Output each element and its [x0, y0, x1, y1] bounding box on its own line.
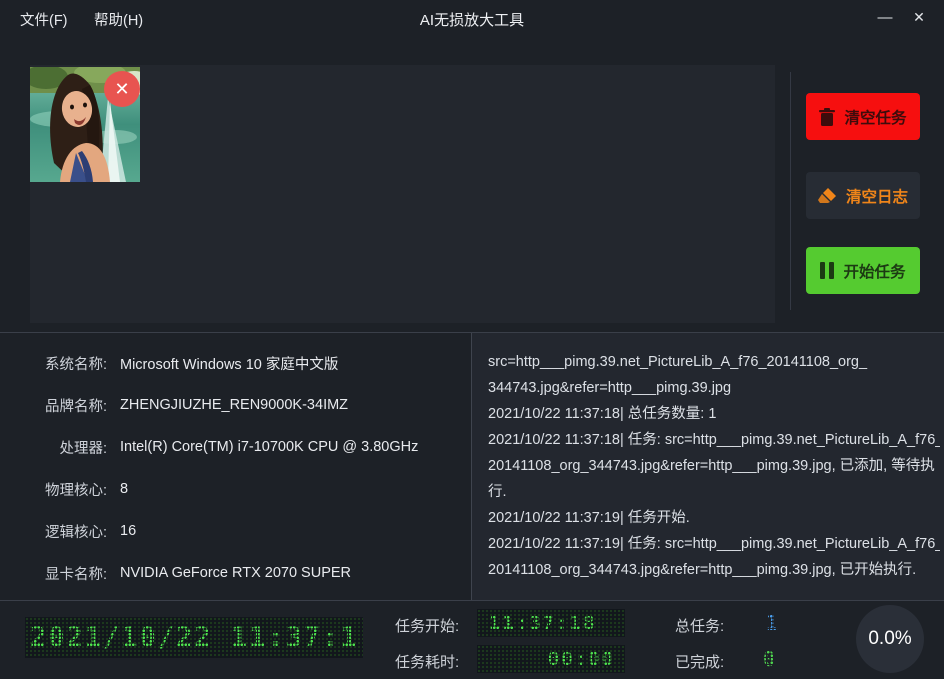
sysinfo-row-physical-cores: 物理核心: 8 — [25, 468, 460, 510]
sysinfo-label: 处理器: — [25, 437, 107, 458]
sysinfo-label: 显卡名称: — [25, 563, 107, 584]
system-info-panel: 系统名称: Microsoft Windows 10 家庭中文版 品牌名称: Z… — [25, 342, 460, 594]
task-thumbnail[interactable]: ✕ — [30, 67, 140, 182]
task-start-led-display: 11:37:18 — [477, 609, 625, 637]
completed-tasks-value: 0 — [763, 647, 777, 671]
sysinfo-label: 逻辑核心: — [25, 521, 107, 542]
sysinfo-value: ZHENGJIUZHE_REN9000K-34IMZ — [120, 397, 348, 413]
log-output[interactable]: src=http___pimg.39.net_PictureLib_A_f76_… — [488, 349, 940, 583]
sysinfo-value: Microsoft Windows 10 家庭中文版 — [120, 353, 338, 374]
clear-log-label: 清空日志 — [846, 185, 908, 207]
sysinfo-value: 8 — [120, 481, 128, 497]
total-tasks-label: 总任务: — [675, 615, 724, 636]
task-elapsed-led-text: 00:00 — [548, 648, 615, 670]
eraser-icon — [818, 187, 837, 204]
sysinfo-label: 物理核心: — [25, 479, 107, 500]
delete-task-button[interactable]: ✕ — [104, 71, 140, 107]
divider-bottom — [0, 600, 944, 601]
close-icon: ✕ — [913, 9, 925, 26]
total-tasks-value: 1 — [766, 611, 780, 635]
close-button[interactable]: ✕ — [906, 4, 932, 30]
log-line: 2021/10/22 11:37:19| 任务开始. — [488, 505, 940, 531]
sysinfo-label: 品牌名称: — [25, 395, 107, 416]
title-bar: 文件(F) 帮助(H) AI无损放大工具 — ✕ — [0, 0, 944, 36]
sysinfo-row-gpu: 显卡名称: NVIDIA GeForce RTX 2070 SUPER — [25, 552, 460, 594]
log-line: 2021/10/22 11:37:18| 任务: src=http___pimg… — [488, 427, 940, 453]
task-start-led-text: 11:37:18 — [489, 612, 597, 634]
log-line: 344743.jpg&refer=http___pimg.39.jpg — [488, 375, 940, 401]
log-line: src=http___pimg.39.net_PictureLib_A_f76_… — [488, 349, 940, 375]
sysinfo-value: NVIDIA GeForce RTX 2070 SUPER — [120, 565, 351, 581]
sysinfo-row-logical-cores: 逻辑核心: 16 — [25, 510, 460, 552]
sysinfo-value: Intel(R) Core(TM) i7-10700K CPU @ 3.80GH… — [120, 439, 418, 455]
datetime-led-text: 2021/10/22 11:37:1 — [30, 622, 359, 653]
panel-separator — [790, 72, 791, 310]
start-task-button[interactable]: 开始任务 — [806, 247, 920, 294]
trash-icon — [819, 108, 835, 126]
datetime-led-display: 2021/10/22 11:37:1 — [25, 617, 363, 658]
completed-tasks-label: 已完成: — [675, 651, 724, 672]
progress-indicator: 0.0% — [856, 605, 924, 673]
start-task-label: 开始任务 — [843, 260, 905, 282]
task-start-label: 任务开始: — [395, 615, 459, 636]
clear-log-button[interactable]: 清空日志 — [806, 172, 920, 219]
task-list-panel: ✕ — [30, 65, 775, 323]
log-line: 20141108_org_344743.jpg&refer=http___pim… — [488, 453, 940, 479]
log-line: 行. — [488, 479, 940, 505]
log-line: 2021/10/22 11:37:18| 总任务数量: 1 — [488, 401, 940, 427]
clear-tasks-label: 清空任务 — [844, 106, 906, 128]
log-line: 20141108_org_344743.jpg&refer=http___pim… — [488, 557, 940, 583]
progress-percent: 0.0% — [868, 628, 911, 650]
pause-icon — [820, 262, 834, 279]
sysinfo-row-brand: 品牌名称: ZHENGJIUZHE_REN9000K-34IMZ — [25, 384, 460, 426]
sysinfo-value: 16 — [120, 523, 136, 539]
clear-tasks-button[interactable]: 清空任务 — [806, 93, 920, 140]
sysinfo-row-os: 系统名称: Microsoft Windows 10 家庭中文版 — [25, 342, 460, 384]
task-elapsed-led-display: 00:00 — [477, 645, 625, 673]
minimize-button[interactable]: — — [872, 4, 898, 30]
task-elapsed-label: 任务耗时: — [395, 651, 459, 672]
delete-task-icon: ✕ — [114, 80, 129, 98]
log-line: 2021/10/22 11:37:19| 任务: src=http___pimg… — [488, 531, 940, 557]
minimize-icon: — — [878, 9, 893, 26]
window-title: AI无损放大工具 — [0, 9, 944, 30]
sysinfo-row-cpu: 处理器: Intel(R) Core(TM) i7-10700K CPU @ 3… — [25, 426, 460, 468]
sysinfo-label: 系统名称: — [25, 353, 107, 374]
